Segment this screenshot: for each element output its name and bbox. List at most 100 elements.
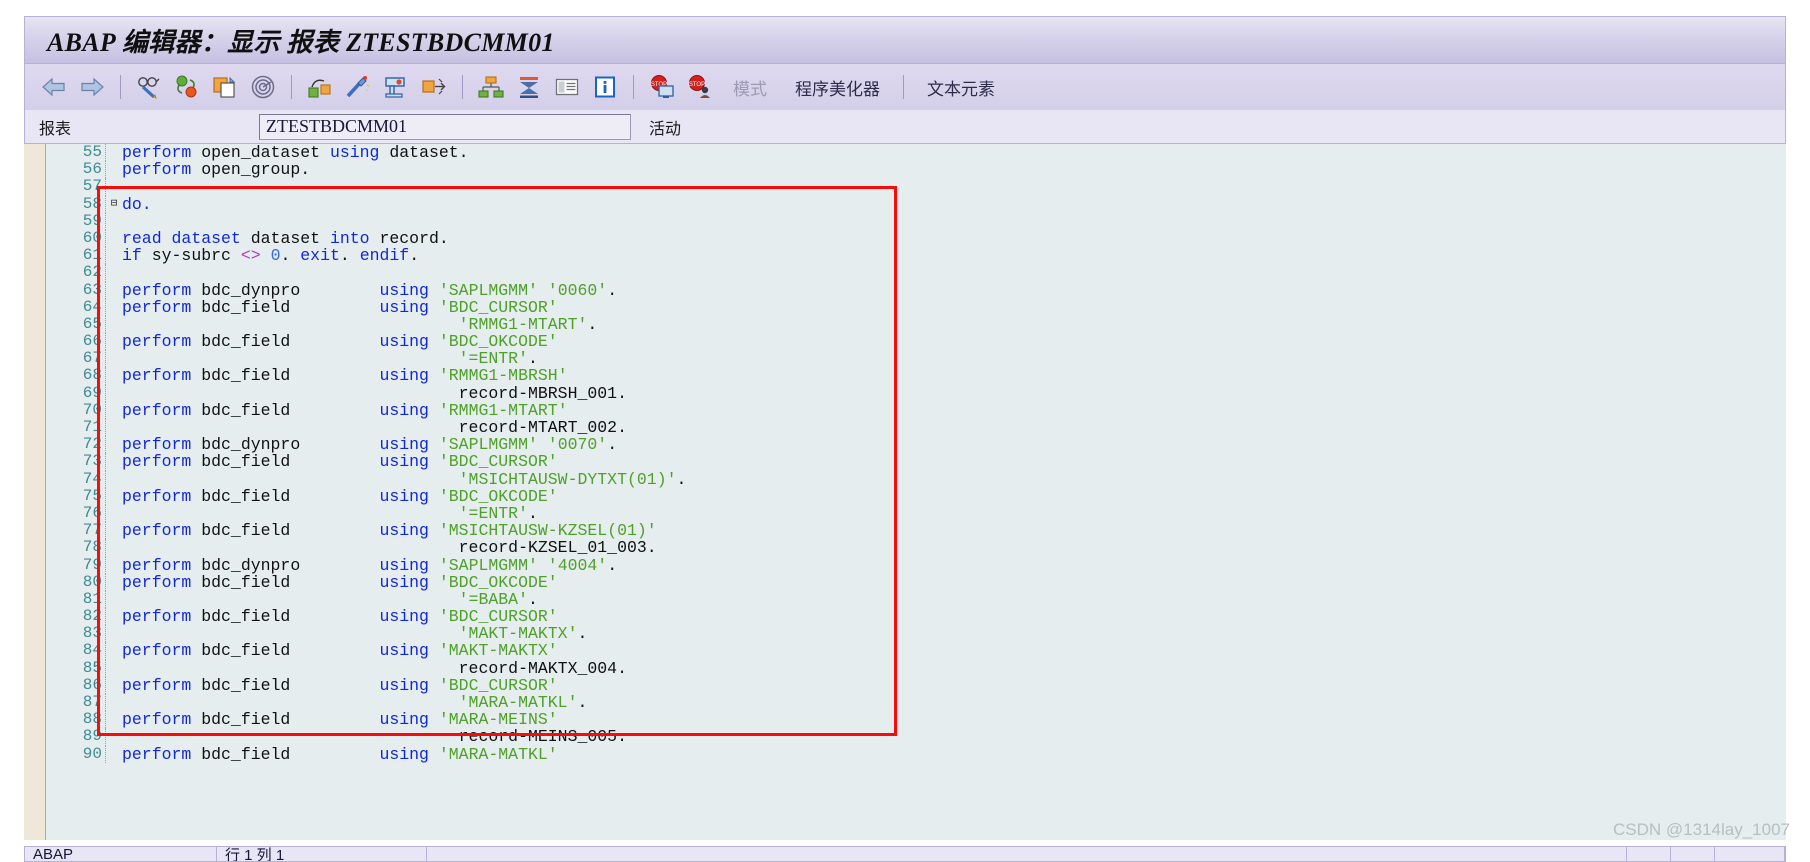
debug-user-icon[interactable]: STOP [685,72,715,102]
code-line[interactable]: 72 perform bdc_dynpro using 'SAPLMGMM' '0… [47,435,1786,454]
code-line[interactable]: 61 if sy-subrc <> 0. exit. endif. [47,246,1786,266]
code-text: record-MEINS_005. [122,727,627,747]
code-text: perform bdc_field using 'MSICHTAUSW-KZSE… [122,521,657,541]
code-line[interactable]: 60 read dataset dataset into record. [47,229,1786,248]
activate-icon[interactable] [172,72,202,102]
text-elements-button[interactable]: 文本元素 [927,75,995,100]
code-line[interactable]: 79 perform bdc_dynpro using 'SAPLMGMM' '4… [47,556,1786,574]
gutter-separator [105,333,106,351]
line-number: 75 [82,486,102,505]
forward-arrow-icon[interactable] [77,72,107,102]
code-line[interactable]: 59 [47,212,1786,230]
code-line[interactable]: 77 perform bdc_field using 'MSICHTAUSW-KZ… [47,521,1786,541]
pattern-icon[interactable] [381,72,411,102]
code-text: '=ENTR'. [458,349,538,369]
gutter-separator [105,229,106,248]
check-icon[interactable] [305,72,335,102]
debug-screen-icon[interactable]: STOP [647,72,677,102]
code-line[interactable]: 76 '=ENTR'. [47,504,1786,523]
code-line[interactable]: 71 record-MTART_002. [47,418,1786,437]
toolbar-divider [903,75,904,99]
report-name-input[interactable]: ZTESTBDCMM01 [259,113,631,140]
code-line[interactable]: 81 '=BABA'. [47,589,1786,609]
line-number: 82 [82,607,102,626]
list-icon[interactable] [552,72,582,102]
gutter-separator [105,401,106,419]
line-number: 65 [82,314,102,333]
line-number: 80 [82,572,102,591]
code-line[interactable]: 58 ⊟ do. [47,195,1786,213]
code-text: if sy-subrc <> 0. exit. endif. [122,246,420,266]
pretty-printer-icon[interactable] [343,72,373,102]
code-line[interactable]: 70 perform bdc_field using 'RMMG1-MTART' [47,400,1786,420]
display-change-icon[interactable] [134,72,164,102]
where-used-icon[interactable] [248,72,278,102]
code-line[interactable]: 82 perform bdc_field using 'BDC_CURSOR' [47,607,1786,627]
code-line[interactable]: 86 perform bdc_field using 'BDC_CURSOR' [47,676,1786,694]
line-number: 85 [82,658,102,677]
code-text: perform bdc_field using 'BDC_CURSOR' [122,607,558,627]
copy-icon[interactable] [210,72,240,102]
svg-text:STOP: STOP [689,82,705,88]
code-line[interactable]: 87 'MARA-MATKL'. [47,693,1786,712]
code-line[interactable]: 85 record-MAKTX_004. [47,658,1786,677]
fold-marker[interactable]: ⊟ [106,196,122,213]
gutter-separator [105,315,106,334]
code-text: perform open_group. [122,160,311,180]
code-lines-container[interactable]: 55 perform open_dataset using dataset. 56 p… [47,144,1786,840]
code-line[interactable]: 89 record-MEINS_005. [47,727,1786,747]
gutter-separator [105,659,106,677]
report-status-label: 活动 [649,120,682,138]
gutter-separator [105,264,106,282]
toolbar-divider [462,75,463,99]
insert-statement-icon[interactable] [419,72,449,102]
code-line[interactable]: 65 'RMMG1-MTART'. [47,314,1786,334]
code-line[interactable]: 62 [47,264,1786,282]
code-line[interactable]: 73 perform bdc_field using 'BDC_CURSOR' [47,453,1786,471]
pretty-printer-button[interactable]: 程序美化器 [795,75,880,100]
status-cursor-position: 行 1 列 1 [217,847,427,861]
code-line[interactable]: 80 perform bdc_field using 'BDC_OKCODE' [47,572,1786,591]
status-language: ABAP [25,847,217,861]
code-text: perform bdc_field using 'RMMG1-MTART' [122,400,568,420]
code-line[interactable]: 66 perform bdc_field using 'BDC_OKCODE' [47,332,1786,351]
line-number: 84 [82,641,102,660]
back-arrow-icon[interactable] [39,72,69,102]
code-line[interactable]: 55 perform open_dataset using dataset. [47,144,1786,162]
code-line[interactable]: 64 perform bdc_field using 'BDC_CURSOR' [47,298,1786,316]
code-text: perform bdc_field using 'MARA-MEINS' [122,710,558,730]
code-line[interactable]: 90 perform bdc_field using 'MARA-MATKL' [47,744,1786,763]
code-text: record-MTART_002. [122,418,627,437]
toolbar-divider [633,75,634,99]
code-line[interactable]: 83 'MAKT-MAKTX'. [47,624,1786,644]
code-line[interactable]: 67 '=ENTR'. [47,349,1786,369]
code-line[interactable]: 78 record-KZSEL_01_003. [47,538,1786,558]
gutter-separator [105,539,106,557]
gutter-separator [105,247,106,265]
line-number: 90 [82,744,102,763]
code-line[interactable]: 63 perform bdc_dynpro using 'SAPLMGMM' '0… [47,281,1786,299]
code-text: perform bdc_field using 'RMMG1-MBRSH' [122,366,568,386]
line-number: 81 [82,589,102,608]
code-line[interactable]: 69 record-MBRSH_001. [47,384,1786,402]
gutter-separator [105,212,106,230]
line-number: 71 [82,418,102,436]
code-text: 'MAKT-MAKTX'. [458,624,588,644]
code-line[interactable]: 84 perform bdc_field using 'MAKT-MAKTX' [47,641,1786,660]
info-icon[interactable] [590,72,620,102]
stack-icon[interactable] [514,72,544,102]
object-navigator-icon[interactable] [476,72,506,102]
code-line[interactable]: 56 perform open_group. [47,160,1786,180]
report-label: 报表 [39,120,72,138]
code-line[interactable]: 74 'MSICHTAUSW-DYTXT(01)'. [47,470,1786,488]
toolbar-divider [291,75,292,99]
code-line[interactable]: 68 perform bdc_field using 'RMMG1-MBRSH' [47,366,1786,386]
code-text: record-KZSEL_01_003. [122,538,657,558]
gutter-separator [105,590,106,609]
code-editor[interactable]: 55 perform open_dataset using dataset. 56 p… [24,144,1786,840]
code-line[interactable]: 75 perform bdc_field using 'BDC_OKCODE' [47,486,1786,505]
mode-button[interactable]: 模式 [733,75,767,100]
gutter-separator [105,556,106,574]
code-line[interactable]: 88 perform bdc_field using 'MARA-MEINS' [47,710,1786,730]
code-line[interactable]: 57 [47,178,1786,196]
